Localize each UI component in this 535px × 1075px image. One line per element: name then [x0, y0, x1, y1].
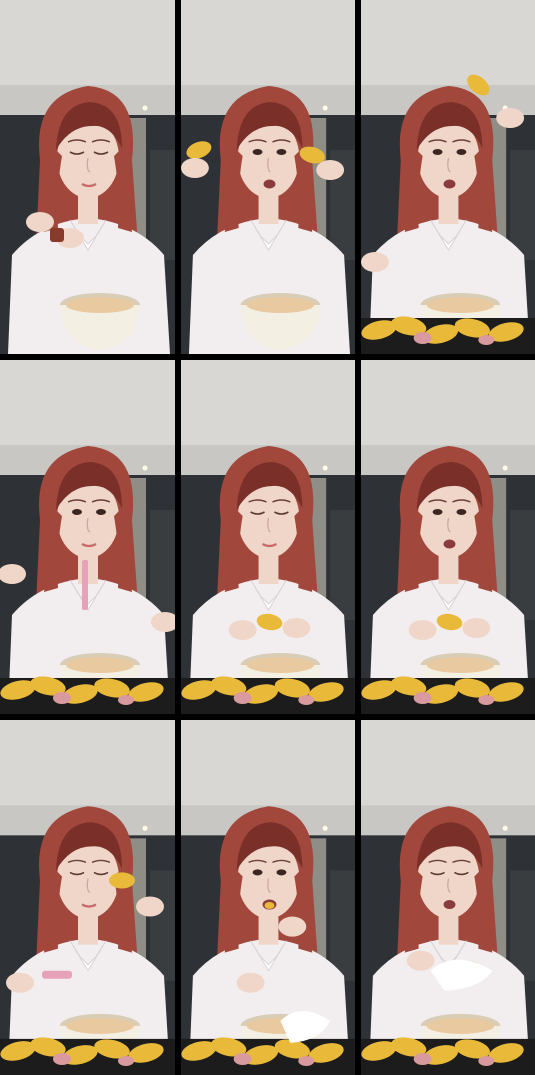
photo-frame-1 [0, 0, 175, 354]
food-in-mouth [264, 902, 275, 910]
bowl-content [66, 1017, 134, 1034]
hand [278, 916, 307, 937]
ceiling-light [502, 825, 508, 831]
eye-left [252, 149, 263, 155]
hand [181, 158, 209, 178]
ceiling-light [322, 825, 328, 831]
neck [78, 196, 98, 224]
food-filling [298, 1055, 315, 1066]
neck [258, 916, 279, 945]
food-filling [478, 695, 495, 705]
photo-frame-4 [0, 360, 175, 714]
neck [258, 196, 279, 224]
hand [406, 950, 435, 971]
frame-illustration [0, 720, 175, 1075]
hand [26, 212, 54, 232]
photo-frame-9 [361, 720, 535, 1075]
food-filling [413, 332, 432, 344]
eye-left [72, 509, 82, 515]
food-filling [53, 1052, 71, 1065]
bowl-content [426, 1017, 495, 1034]
window [510, 870, 535, 981]
food-filling [118, 695, 134, 705]
pink-tool [82, 560, 88, 610]
neck [438, 916, 459, 945]
photo-frame-7 [0, 720, 175, 1075]
food-filling [233, 692, 252, 704]
mouth [443, 179, 456, 189]
hand [316, 160, 345, 180]
food-filling [478, 335, 495, 345]
window [150, 150, 175, 260]
window [150, 870, 175, 981]
bowl-content [246, 657, 315, 673]
eye-right [456, 149, 467, 155]
neck [438, 196, 459, 224]
bowl-content [426, 657, 495, 673]
frame-illustration [361, 720, 535, 1075]
window [510, 510, 535, 620]
food-filling [478, 1055, 495, 1066]
food-filling [53, 692, 71, 704]
eye-left [432, 149, 443, 155]
window [150, 510, 175, 620]
eye-left [252, 869, 263, 876]
mouth [443, 539, 456, 549]
food-filling [118, 1055, 134, 1066]
held-food-piece [109, 872, 135, 889]
mouth [443, 900, 456, 910]
eye-right [276, 869, 287, 876]
eye-right [276, 149, 287, 155]
hand [236, 972, 265, 993]
bowl-content [426, 297, 495, 313]
food-filling [298, 695, 315, 705]
frame-illustration [181, 720, 355, 1075]
window [510, 150, 535, 260]
ceiling-light [502, 465, 508, 471]
hand [282, 618, 311, 638]
eye-right [96, 509, 106, 515]
frame-illustration [181, 0, 355, 354]
food-filling [413, 1052, 432, 1065]
neck [258, 556, 279, 584]
ceiling-light [142, 105, 148, 111]
ceiling-light [142, 465, 148, 471]
neck [438, 556, 459, 584]
photo-frame-6 [361, 360, 535, 714]
frame-illustration [0, 0, 175, 354]
mouth [263, 179, 276, 189]
eye-right [456, 509, 467, 515]
frame-illustration [361, 360, 535, 714]
ceiling-light [322, 105, 328, 111]
hand [462, 618, 491, 638]
pink-tool [42, 970, 72, 979]
ceiling-light [322, 465, 328, 471]
photo-collage [0, 0, 535, 1075]
food-filling [233, 1052, 252, 1065]
eye-left [432, 509, 443, 515]
photo-frame-3 [361, 0, 535, 354]
food-filling [413, 692, 432, 704]
window [330, 870, 355, 981]
frame-illustration [0, 360, 175, 714]
bowl-content [66, 657, 134, 673]
hand [496, 108, 525, 128]
bowl-content [246, 297, 315, 313]
sauce-cup [50, 228, 64, 242]
ceiling-light [142, 825, 148, 831]
frame-illustration [181, 360, 355, 714]
photo-frame-5 [181, 360, 355, 714]
photo-frame-8 [181, 720, 355, 1075]
bowl-content [66, 297, 134, 313]
hand [361, 252, 389, 272]
hand [228, 620, 257, 640]
neck [78, 916, 98, 945]
window [330, 510, 355, 620]
hand [6, 972, 34, 993]
hand [136, 896, 164, 917]
photo-frame-2 [181, 0, 355, 354]
hand [408, 620, 437, 640]
frame-illustration [361, 0, 535, 354]
